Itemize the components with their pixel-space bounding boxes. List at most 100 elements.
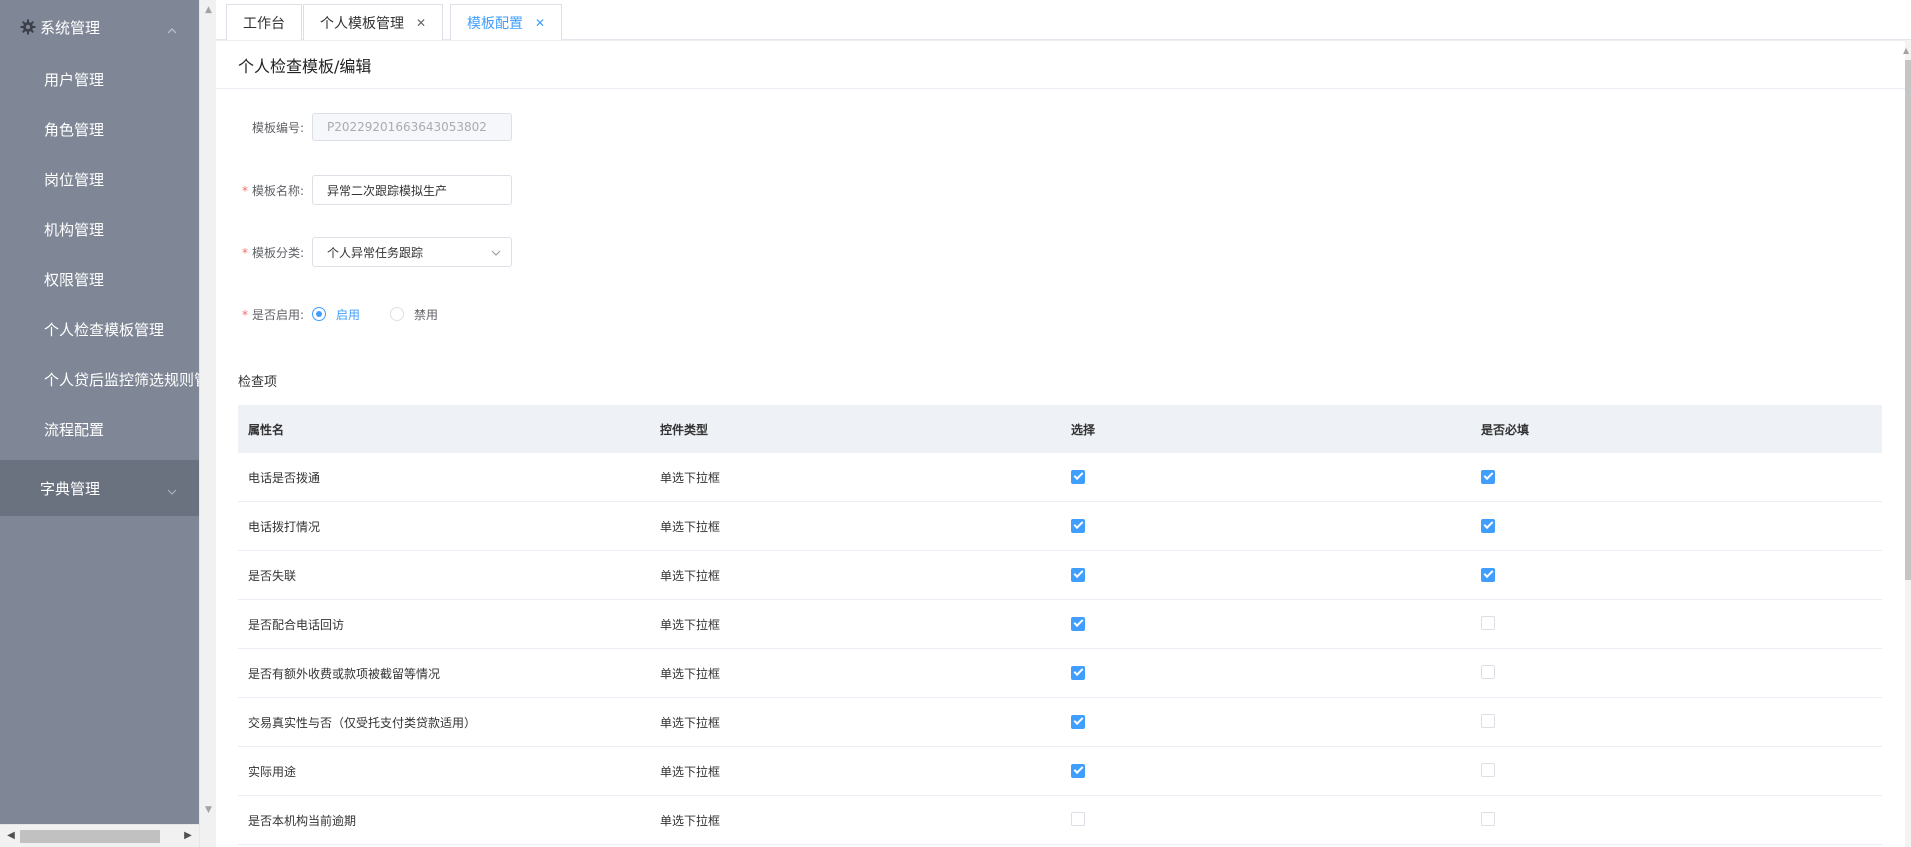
table-row: 交易真实性与否（仅受托支付类贷款适用） 单选下拉框 <box>238 698 1882 747</box>
template-name-input[interactable]: 异常二次跟踪模拟生产 <box>312 175 512 205</box>
required-checkbox[interactable] <box>1481 518 1495 533</box>
table-body: 电话是否拨通 单选下拉框 电话拨打情况 单选下拉框 是否失联 单选下拉框 是否配合电话回访单… <box>238 453 1882 845</box>
menu-group-system[interactable]: 系统管理 <box>0 0 199 54</box>
close-icon[interactable]: ✕ <box>535 16 545 30</box>
cell-attr-name: 电话是否拨通 <box>248 470 321 485</box>
form-row-category: * 模板分类: 个人异常任务跟踪 <box>238 237 512 267</box>
name-label-text: 模板名称: <box>251 183 304 198</box>
tab-label: 模板配置 <box>467 15 523 32</box>
scroll-right-icon[interactable]: ▶ <box>183 831 193 841</box>
select-checkbox[interactable] <box>1071 811 1085 826</box>
sidebar-item-check-templates[interactable]: 个人检查模板管理 <box>0 304 199 354</box>
sidebar-item-users[interactable]: 用户管理 <box>0 54 199 104</box>
radio-enabled[interactable]: 启用 <box>312 306 360 323</box>
category-value: 个人异常任务跟踪 <box>327 245 424 260</box>
tab-workbench[interactable]: 工作台 <box>226 4 302 40</box>
required-mark: * <box>241 245 248 260</box>
tab-label: 个人模板管理 <box>320 15 404 32</box>
tab-personal-templates[interactable]: 个人模板管理 ✕ <box>303 4 443 40</box>
menu-group-dictionary[interactable]: 字典管理 <box>0 460 199 516</box>
required-checkbox[interactable] <box>1481 811 1495 826</box>
table-row: 实际用途 单选下拉框 <box>238 747 1882 796</box>
tab-label: 工作台 <box>243 15 285 32</box>
required-checkbox[interactable] <box>1481 469 1495 484</box>
sidebar-item-roles[interactable]: 角色管理 <box>0 104 199 154</box>
name-label: * 模板名称: <box>238 182 312 199</box>
sidebar-item-workflow[interactable]: 流程配置 <box>0 404 199 454</box>
template-category-select[interactable]: 个人异常任务跟踪 <box>312 237 512 267</box>
page-title: 个人检查模板/编辑 <box>216 41 1905 89</box>
cell-select <box>1061 763 1471 779</box>
select-checkbox[interactable] <box>1071 616 1085 631</box>
tab-template-config[interactable]: 模板配置 ✕ <box>450 4 562 40</box>
sidebar-item-permissions[interactable]: 权限管理 <box>0 254 199 304</box>
sidebar-vertical-scrollbar[interactable]: ▲ ▼ <box>199 0 216 847</box>
select-checkbox[interactable] <box>1071 567 1085 582</box>
cell-select <box>1061 811 1471 829</box>
sidebar-item-positions[interactable]: 岗位管理 <box>0 154 199 204</box>
tab-bar: 工作台 个人模板管理 ✕ 模板配置 ✕ <box>216 0 1911 40</box>
cell-attr-name: 电话拨打情况 <box>248 519 321 534</box>
scrollbar-thumb[interactable] <box>20 830 160 843</box>
form-row-code: 模板编号: P202292016636430538​02 <box>238 113 512 141</box>
select-checkbox[interactable] <box>1071 714 1085 729</box>
scroll-left-icon[interactable]: ◀ <box>6 831 16 841</box>
category-label-text: 模板分类: <box>251 245 304 260</box>
radio-disabled[interactable]: 禁用 <box>390 306 438 323</box>
cell-control-type: 单选下拉框 <box>660 617 721 632</box>
close-icon[interactable]: ✕ <box>416 16 426 30</box>
cell-required <box>1471 664 1882 682</box>
cell-attr-name: 是否有额外收费或款项被截留等情况 <box>248 666 441 681</box>
cell-select <box>1061 518 1471 534</box>
cell-attr-name: 是否失联 <box>248 568 297 583</box>
required-checkbox[interactable] <box>1481 567 1495 582</box>
sidebar-item-monitor-rules[interactable]: 个人贷后监控筛选规则管 <box>0 354 199 404</box>
menu-group-label: 系统管理 <box>40 18 101 37</box>
cell-control-type: 单选下拉框 <box>660 764 721 779</box>
scroll-up-icon[interactable]: ▲ <box>1903 46 1909 55</box>
table-header: 属性名 控件类型 选择 是否必填 <box>238 405 1882 453</box>
header-control-type: 控件类型 <box>660 422 709 437</box>
sidebar-item-orgs[interactable]: 机构管理 <box>0 204 199 254</box>
cell-attr-name: 交易真实性与否（仅受托支付类贷款适用） <box>248 715 477 730</box>
select-checkbox[interactable] <box>1071 665 1085 680</box>
section-title: 检查项 <box>238 375 278 390</box>
cell-attr-name: 是否本机构当前逾期 <box>248 813 357 828</box>
table-row: 是否本机构当前逾期 单选下拉框 <box>238 796 1882 845</box>
scroll-down-icon[interactable]: ▼ <box>204 806 213 815</box>
required-checkbox[interactable] <box>1481 762 1495 777</box>
cell-attr-name: 是否配合电话回访 <box>248 617 345 632</box>
header-required: 是否必填 <box>1481 422 1530 437</box>
enabled-label-text: 是否启用: <box>251 307 304 322</box>
sidebar-horizontal-scrollbar[interactable]: ◀ ▶ <box>0 824 199 847</box>
required-checkbox[interactable] <box>1481 713 1495 728</box>
cell-select <box>1061 714 1471 730</box>
enabled-label: * 是否启用: <box>238 306 312 323</box>
table-row: 是否有额外收费或款项被截留等情况 单选下拉框 <box>238 649 1882 698</box>
cell-attr-name: 实际用途 <box>248 764 297 779</box>
scroll-up-icon[interactable]: ▲ <box>204 6 213 15</box>
select-checkbox[interactable] <box>1071 518 1085 533</box>
required-checkbox[interactable] <box>1481 615 1495 630</box>
select-checkbox[interactable] <box>1071 469 1085 484</box>
required-checkbox[interactable] <box>1481 664 1495 679</box>
cell-control-type: 单选下拉框 <box>660 470 721 485</box>
radio-enabled-label: 启用 <box>336 307 361 322</box>
table-row: 是否失联 单选下拉框 <box>238 551 1882 600</box>
cell-required <box>1471 811 1882 829</box>
cell-control-type: 单选下拉框 <box>660 666 721 681</box>
chevron-down-icon <box>491 247 501 257</box>
required-mark: * <box>241 307 248 322</box>
main-vertical-scrollbar[interactable]: ▲ <box>1903 40 1911 847</box>
scrollbar-thumb[interactable] <box>1905 60 1911 580</box>
cell-required <box>1471 713 1882 731</box>
cell-required <box>1471 469 1882 485</box>
cell-control-type: 单选下拉框 <box>660 813 721 828</box>
cell-select <box>1061 665 1471 681</box>
table-row: 是否配合电话回访 单选下拉框 <box>238 600 1882 649</box>
required-mark: * <box>241 183 248 198</box>
chevron-down-icon <box>167 483 177 495</box>
select-checkbox[interactable] <box>1071 763 1085 778</box>
radio-disabled-label: 禁用 <box>414 307 439 322</box>
form-row-enabled: * 是否启用: 启用 禁用 <box>238 299 468 329</box>
